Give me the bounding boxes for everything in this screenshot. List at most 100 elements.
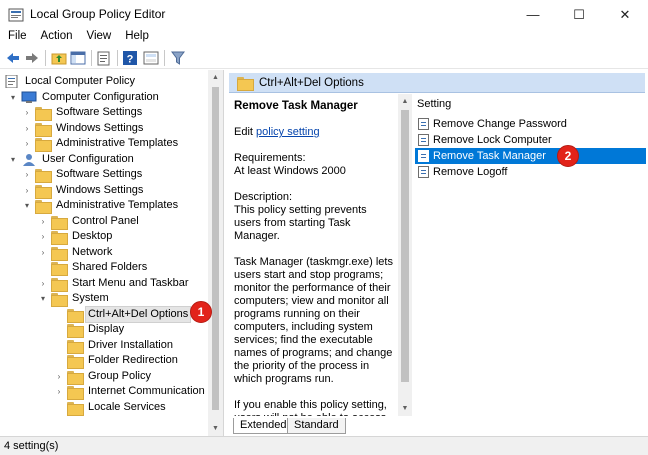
chevron-down-icon[interactable]: ▾ (8, 155, 18, 164)
tree-item[interactable]: › Group Policy (54, 369, 153, 385)
folder-icon (35, 106, 52, 121)
tree-item[interactable]: Local Computer Policy (4, 74, 137, 89)
properties-icon[interactable] (143, 50, 159, 66)
tree-item[interactable]: › Control Panel (38, 214, 141, 230)
scroll-up-arrow-icon[interactable]: ▲ (208, 74, 223, 81)
folder-icon (35, 137, 52, 152)
policy-setting-icon (418, 166, 429, 178)
tree-item[interactable]: › Software Settings (22, 167, 144, 183)
chevron-right-icon[interactable]: › (38, 279, 48, 288)
tree-item[interactable]: ▾ Computer Configuration (8, 90, 161, 105)
folder-icon (35, 199, 52, 214)
chevron-right-icon[interactable]: › (54, 372, 64, 381)
maximize-button[interactable]: ☐ (556, 0, 602, 29)
forward-arrow-icon[interactable] (24, 50, 40, 66)
tree-item[interactable]: Display (54, 322, 126, 338)
chevron-right-icon[interactable]: › (22, 108, 32, 117)
scroll-down-arrow-icon[interactable]: ▼ (398, 405, 412, 412)
edit-policy-setting-link[interactable]: policy setting (256, 126, 320, 138)
minimize-button[interactable]: — (510, 0, 556, 29)
tree-item[interactable]: › Network (38, 245, 114, 261)
tree-scroll-thumb[interactable] (212, 87, 219, 410)
tree-item[interactable]: ▾ System (38, 291, 111, 307)
details-header-title: Ctrl+Alt+Del Options (259, 76, 364, 89)
tree-item-label: User Configuration (42, 152, 134, 165)
computer-icon (21, 91, 37, 104)
tree-item[interactable]: Shared Folders (38, 260, 149, 276)
tree-item[interactable]: Ctrl+Alt+Del Options (54, 305, 192, 323)
chevron-right-icon[interactable]: › (54, 387, 64, 396)
chevron-down-icon[interactable]: ▾ (8, 93, 18, 102)
tree-item[interactable]: Locale Services (54, 400, 168, 416)
enable-policy-text: If you enable this policy setting, users… (234, 399, 387, 416)
status-bar: 4 setting(s) (0, 436, 648, 455)
tab-standard[interactable]: Standard (287, 418, 346, 434)
tree-item[interactable]: › Desktop (38, 229, 114, 245)
filter-icon[interactable] (170, 50, 186, 66)
up-folder-icon[interactable] (51, 50, 67, 66)
scroll-down-arrow-icon[interactable]: ▼ (208, 425, 223, 432)
chevron-right-icon[interactable]: › (22, 139, 32, 148)
tree-item[interactable]: › Administrative Templates (22, 136, 180, 152)
setting-remove-logoff[interactable]: Remove Logoff (415, 164, 646, 180)
chevron-right-icon[interactable]: › (22, 124, 32, 133)
toolbar-separator (91, 50, 92, 66)
tab-extended[interactable]: Extended (233, 418, 294, 434)
chevron-down-icon[interactable]: ▾ (38, 294, 48, 303)
tree-item-label: Folder Redirection (88, 354, 178, 366)
menu-file[interactable]: File (0, 29, 34, 46)
chevron-right-icon[interactable]: › (22, 170, 32, 179)
menu-help[interactable]: Help (118, 29, 156, 46)
folder-icon (67, 370, 84, 385)
help-icon[interactable]: ? (122, 50, 138, 66)
policy-setting-icon (418, 150, 429, 162)
setting-remove-change-password[interactable]: Remove Change Password (415, 116, 646, 132)
policy-setting-icon (418, 134, 429, 146)
tree-item-label: Desktop (72, 230, 113, 242)
chevron-right-icon[interactable]: › (22, 186, 32, 195)
setting-remove-task-manager[interactable]: Remove Task Manager (415, 148, 646, 164)
tree-item-label: Windows Settings (56, 183, 144, 196)
tree-item-label: Group Policy (88, 369, 151, 382)
view-tabs: Extended Standard (229, 418, 645, 435)
description-scroll-thumb[interactable] (401, 110, 409, 382)
menu-action[interactable]: Action (34, 29, 80, 46)
description-scrollbar[interactable]: ▲ ▼ (398, 94, 412, 416)
tree-item[interactable]: Folder Redirection (54, 353, 180, 369)
folder-icon (67, 354, 84, 369)
setting-column-header[interactable]: Setting (417, 98, 451, 110)
toolbar-separator (117, 50, 118, 66)
tree-item[interactable]: ▾ User Configuration (8, 152, 136, 167)
show-hide-tree-icon[interactable] (70, 50, 86, 66)
tree-item-label: Driver Installation (88, 338, 173, 351)
setting-remove-lock-computer[interactable]: Remove Lock Computer (415, 132, 646, 148)
title-bar: Local Group Policy Editor — ☐ ✕ (0, 0, 648, 29)
tree-item[interactable]: ▾ Administrative Templates (22, 198, 180, 214)
tree-item[interactable]: Driver Installation (54, 338, 175, 354)
tree-item-label: Start Menu and Taskbar (72, 276, 189, 289)
svg-text:?: ? (127, 54, 134, 66)
export-list-icon[interactable] (96, 50, 112, 66)
policy-title: Remove Task Manager (234, 100, 358, 112)
tree-item[interactable]: › Windows Settings (22, 121, 145, 137)
policy-setting-icon (418, 118, 429, 130)
setting-label: Remove Task Manager (433, 150, 546, 162)
chevron-right-icon[interactable]: › (38, 248, 48, 257)
menu-view[interactable]: View (80, 29, 119, 46)
tree-item[interactable]: › Start Menu and Taskbar (38, 276, 191, 292)
chevron-right-icon[interactable]: › (38, 217, 48, 226)
folder-icon (51, 215, 68, 230)
close-button[interactable]: ✕ (602, 0, 648, 29)
tree-item[interactable]: › Internet Communication M (54, 384, 219, 400)
tree-item-label: Shared Folders (72, 261, 148, 273)
folder-icon (51, 292, 68, 307)
back-arrow-icon[interactable] (5, 50, 21, 66)
chevron-down-icon[interactable]: ▾ (22, 201, 32, 210)
tree-scrollbar[interactable]: ▲ ▼ (208, 70, 223, 436)
tree-item[interactable]: › Windows Settings (22, 183, 145, 199)
policy-icon (4, 74, 20, 89)
chevron-right-icon[interactable]: › (38, 232, 48, 241)
scroll-up-arrow-icon[interactable]: ▲ (398, 98, 412, 105)
tree-item[interactable]: › Software Settings (22, 105, 144, 121)
annotation-badge-2: 2 (557, 145, 579, 167)
